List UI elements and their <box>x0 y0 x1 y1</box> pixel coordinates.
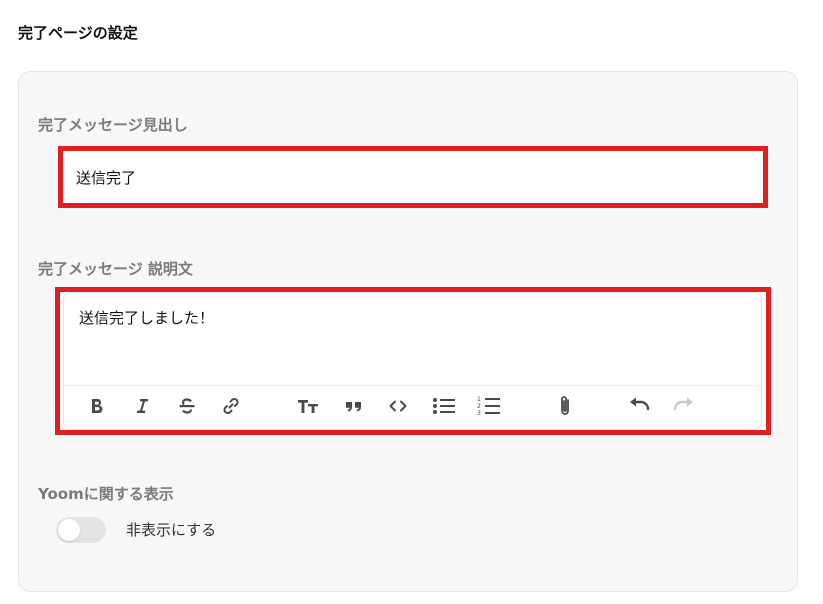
link-icon[interactable] <box>217 386 245 426</box>
section-title: 完了ページの設定 <box>18 24 138 42</box>
hide-yoom-toggle-label: 非表示にする <box>126 521 217 539</box>
description-editor: 送信完了しました！ 1 2 3 <box>55 287 771 435</box>
attachment-icon[interactable] <box>551 386 579 426</box>
description-field-label: 完了メッセージ 説明文 <box>38 260 193 278</box>
editor-toolbar: 123 <box>64 385 761 428</box>
svg-text:1: 1 <box>477 396 481 403</box>
redo-icon[interactable] <box>670 386 698 426</box>
heading-field-label: 完了メッセージ見出し <box>38 116 188 134</box>
hide-yoom-toggle[interactable] <box>56 517 106 543</box>
strikethrough-icon[interactable] <box>173 386 201 426</box>
numbered-list-icon[interactable]: 123 <box>474 386 504 426</box>
description-input[interactable]: 送信完了しました！ <box>79 307 214 328</box>
heading-input[interactable]: 送信完了 <box>58 146 768 208</box>
text-size-icon[interactable] <box>294 386 322 426</box>
svg-text:2: 2 <box>477 403 481 410</box>
code-icon[interactable] <box>384 386 412 426</box>
quote-icon[interactable] <box>340 386 368 426</box>
italic-icon[interactable] <box>128 386 156 426</box>
undo-icon[interactable] <box>625 386 653 426</box>
description-editor-inner: 送信完了しました！ 1 2 3 <box>63 292 762 430</box>
yoom-display-label: Yoomに関する表示 <box>38 485 174 503</box>
svg-text:3: 3 <box>477 410 481 417</box>
heading-input-value: 送信完了 <box>76 168 137 187</box>
toggle-knob <box>58 519 80 541</box>
bold-icon[interactable] <box>83 386 111 426</box>
bullet-list-icon[interactable] <box>429 386 459 426</box>
